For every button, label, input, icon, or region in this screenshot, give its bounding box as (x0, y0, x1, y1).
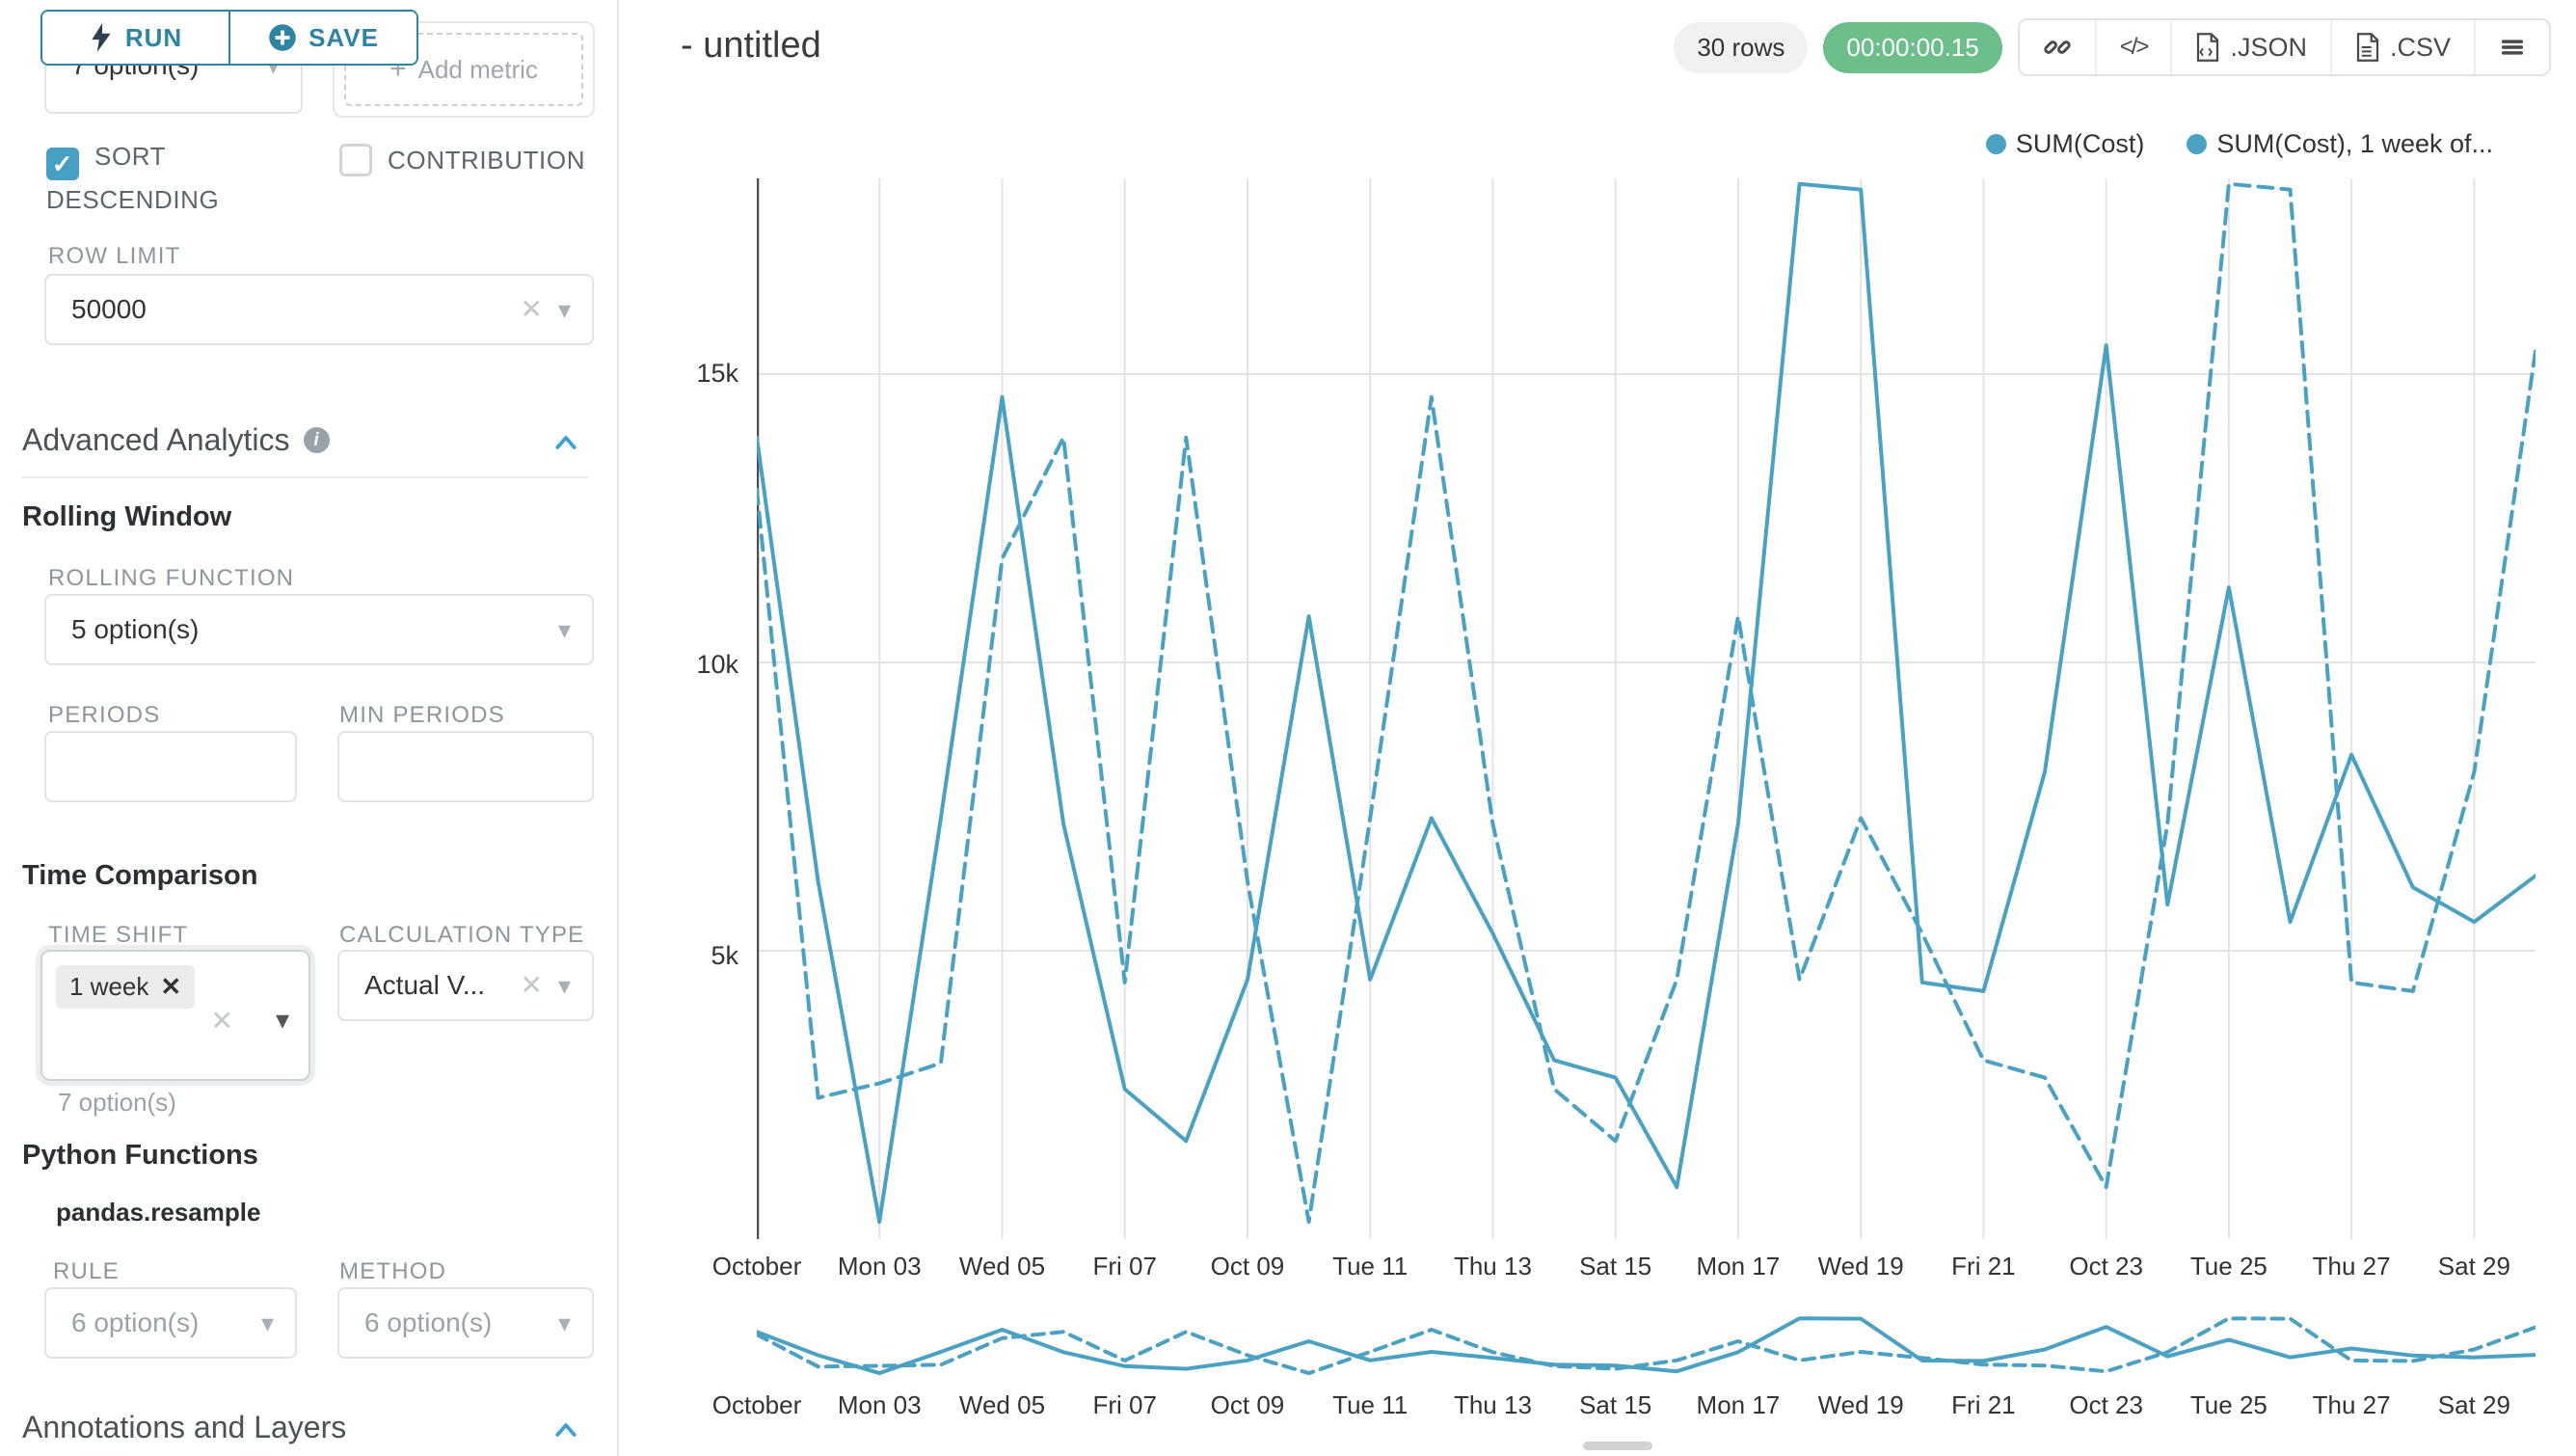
chevron-up-icon[interactable] (551, 1416, 580, 1444)
run-button[interactable]: RUN (42, 12, 230, 64)
rule-label: RULE (53, 1258, 120, 1285)
legend-dot (1986, 134, 2006, 154)
menu-icon (2499, 34, 2526, 61)
caret-down-icon[interactable]: ▾ (558, 973, 592, 998)
info-icon: i (304, 427, 330, 453)
chart-toolbar: 30 rows 00:00:00.15 </> .JSON (1674, 19, 2551, 75)
clear-icon[interactable]: ✕ (520, 296, 557, 323)
section-divider (21, 476, 588, 478)
share-link-button[interactable] (2020, 20, 2095, 74)
row-limit-select[interactable]: 50000 ✕ ▾ (44, 274, 594, 345)
periods-label: PERIODS (48, 702, 160, 729)
scroll-handle[interactable] (1583, 1442, 1652, 1450)
mini-brush-chart[interactable] (757, 1313, 2536, 1377)
export-button-group: </> .JSON .CSV (2018, 18, 2551, 76)
control-panel: 7 option(s) ▾ + Add metric RUN (0, 0, 619, 1456)
export-csv-button[interactable]: .CSV (2330, 20, 2474, 74)
caret-down-icon[interactable]: ▾ (261, 1310, 295, 1335)
time-shift-helper: 7 option(s) (58, 1088, 176, 1118)
y-axis-label: 5k (665, 941, 738, 971)
chart-title[interactable]: - untitled (681, 25, 821, 67)
query-timer-badge: 00:00:00.15 (1823, 22, 2001, 73)
view-query-button[interactable]: </> (2095, 20, 2171, 74)
contribution-checkbox[interactable]: CONTRIBUTION (339, 141, 609, 179)
time-shift-tag: 1 week ✕ (56, 965, 195, 1009)
caret-down-icon[interactable]: ▾ (558, 297, 592, 322)
method-select[interactable]: 6 option(s) ▾ (337, 1287, 594, 1359)
legend-item[interactable]: SUM(Cost), 1 week of... (2187, 129, 2493, 159)
chart-legend: SUM(Cost) SUM(Cost), 1 week of... (1986, 129, 2493, 159)
rolling-function-label: ROLLING FUNCTION (48, 565, 294, 592)
x-axis-label: Sat 29 (2397, 1252, 2551, 1281)
y-axis-label: 10k (665, 650, 738, 680)
calculation-type-select[interactable]: Actual V... ✕ ▾ (337, 950, 594, 1021)
csv-file-icon (2355, 33, 2380, 62)
row-count-badge: 30 rows (1674, 22, 1808, 73)
checkbox-unchecked-icon[interactable] (339, 144, 372, 176)
chevron-up-icon[interactable] (551, 428, 580, 457)
x-axis-labels: OctoberMon 03Wed 05Fri 07Oct 09Tue 11Thu… (757, 1252, 2536, 1284)
rule-select[interactable]: 6 option(s) ▾ (44, 1287, 297, 1359)
run-save-control: RUN SAVE (40, 10, 418, 66)
time-shift-select[interactable]: 1 week ✕ ✕ ▾ (40, 950, 310, 1081)
superset-explore-page: 7 option(s) ▾ + Add metric RUN (0, 0, 2576, 1456)
annotations-header[interactable]: Annotations and Layers (22, 1410, 346, 1445)
time-shift-label: TIME SHIFT (48, 922, 188, 949)
chart-menu-button[interactable] (2474, 20, 2549, 74)
main-line-chart[interactable] (757, 178, 2536, 1239)
advanced-analytics-header[interactable]: Advanced Analytics i (22, 422, 330, 458)
rolling-function-select[interactable]: 5 option(s) ▾ (44, 594, 594, 665)
time-comparison-title: Time Comparison (22, 860, 257, 892)
sort-descending-checkbox[interactable]: ✓SORT DESCENDING (46, 137, 268, 219)
x-axis-label: Sat 29 (2397, 1390, 2551, 1420)
caret-down-icon[interactable]: ▾ (558, 1310, 592, 1335)
code-icon: </> (2120, 34, 2148, 61)
caret-down-icon[interactable]: ▾ (276, 1004, 289, 1036)
method-label: METHOD (339, 1258, 446, 1285)
pandas-resample-item: pandas.resample (56, 1198, 260, 1227)
json-file-icon (2195, 33, 2220, 62)
periods-input[interactable] (44, 731, 297, 802)
save-button[interactable]: SAVE (230, 12, 416, 64)
legend-item[interactable]: SUM(Cost) (1986, 129, 2145, 159)
min-periods-input[interactable] (337, 731, 594, 802)
clear-icon[interactable]: ✕ (520, 972, 557, 999)
legend-dot (2187, 134, 2207, 154)
mini-x-axis-labels: OctoberMon 03Wed 05Fri 07Oct 09Tue 11Thu… (757, 1390, 2536, 1423)
row-limit-value: 50000 (46, 294, 147, 325)
caret-down-icon[interactable]: ▾ (558, 617, 592, 642)
remove-tag-icon[interactable]: ✕ (160, 972, 181, 1002)
checkbox-checked-icon[interactable]: ✓ (46, 148, 79, 180)
export-json-button[interactable]: .JSON (2170, 20, 2330, 74)
calculation-type-label: CALCULATION TYPE (339, 922, 584, 949)
python-functions-title: Python Functions (22, 1140, 258, 1172)
clear-icon[interactable]: ✕ (211, 1008, 249, 1035)
y-axis-label: 15k (665, 359, 738, 389)
min-periods-label: MIN PERIODS (339, 702, 505, 729)
link-icon (2043, 33, 2072, 62)
rolling-window-title: Rolling Window (22, 501, 231, 533)
bolt-icon (89, 23, 114, 52)
plus-circle-icon (268, 23, 297, 52)
row-limit-label: ROW LIMIT (48, 243, 180, 270)
